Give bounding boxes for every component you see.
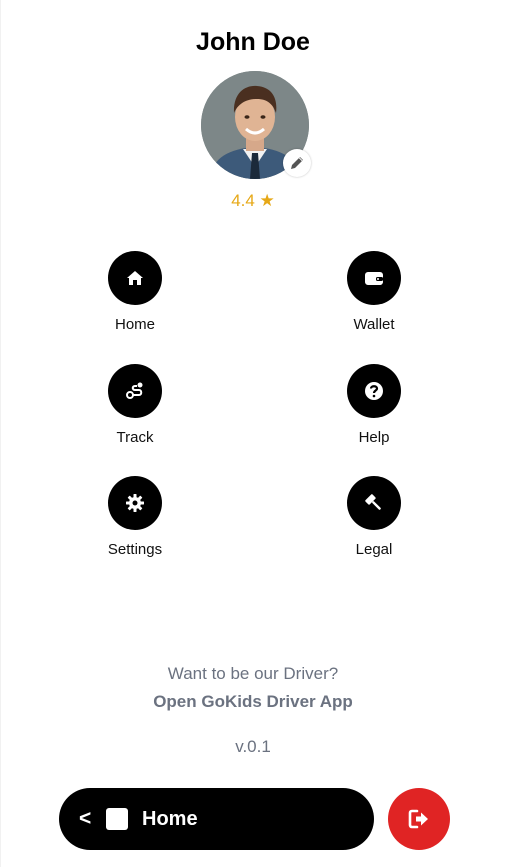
menu-home-circle[interactable]: [108, 251, 162, 305]
menu-item-track[interactable]: Track: [75, 364, 195, 446]
menu-item-help[interactable]: Help: [314, 364, 434, 446]
side-menu-screen: John Doe 4.4 ★ Home Wallet Track Help Se…: [0, 0, 505, 867]
logout-button[interactable]: [388, 788, 450, 850]
help-icon: [365, 382, 383, 400]
menu-settings-circle[interactable]: [108, 476, 162, 530]
menu-label-legal: Legal: [355, 541, 393, 558]
menu-legal-circle[interactable]: [347, 476, 401, 530]
bottom-nav-bar: < Home: [59, 788, 374, 850]
logout-icon: [408, 809, 428, 829]
back-button[interactable]: <: [79, 807, 101, 831]
menu-label-home: Home: [114, 316, 155, 333]
menu-item-wallet[interactable]: Wallet: [314, 251, 434, 333]
edit-avatar-button[interactable]: [283, 149, 311, 177]
menu-track-circle[interactable]: [108, 364, 162, 418]
gavel-icon: [365, 494, 381, 510]
route-icon: [126, 382, 143, 399]
pencil-icon: [291, 157, 303, 169]
home-icon: [127, 271, 143, 285]
driver-promo-text: Want to be our Driver?: [167, 664, 339, 683]
menu-label-wallet: Wallet: [353, 316, 395, 333]
menu-item-legal[interactable]: Legal: [314, 476, 434, 558]
app-version: v.0.1: [235, 737, 271, 756]
menu-item-settings[interactable]: Settings: [75, 476, 195, 558]
menu-label-help: Help: [358, 429, 390, 446]
menu-wallet-circle[interactable]: [347, 251, 401, 305]
bottom-bar-title: Home: [142, 807, 198, 830]
profile-name: John Doe: [196, 28, 310, 56]
gear-icon: [126, 494, 144, 512]
menu-label-track: Track: [116, 429, 154, 446]
menu-help-circle[interactable]: [347, 364, 401, 418]
driver-rating: 4.4 ★: [231, 191, 275, 210]
open-driver-app-link[interactable]: Open GoKids Driver App: [1, 692, 505, 712]
avatar-container: [201, 71, 311, 179]
menu-item-home[interactable]: Home: [75, 251, 195, 333]
wallet-icon: [365, 272, 383, 285]
home-square-icon: [106, 808, 128, 830]
menu-label-settings: Settings: [107, 541, 163, 558]
